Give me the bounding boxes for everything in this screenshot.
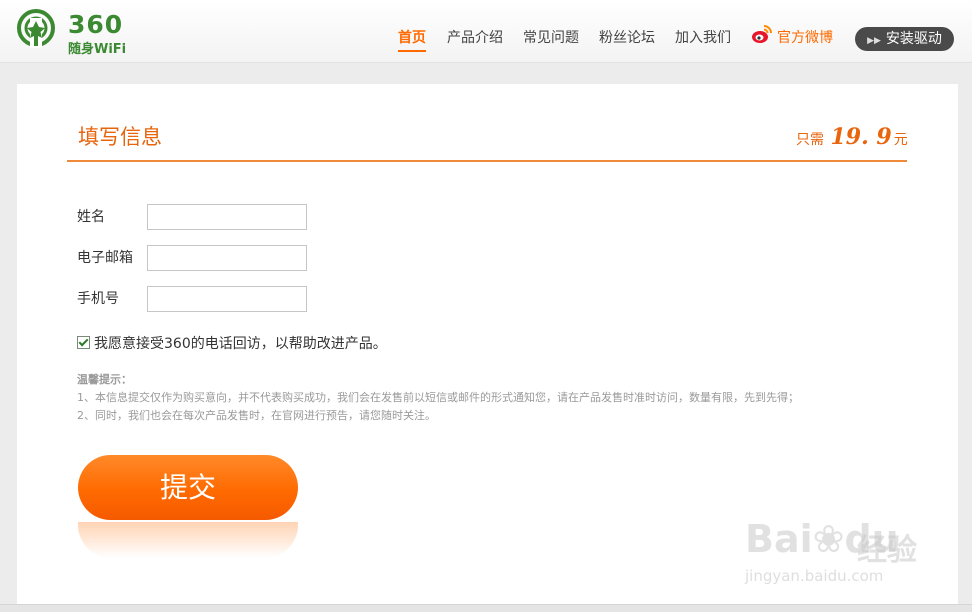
submit-button[interactable]: 提交 <box>78 455 298 520</box>
paw-icon: ❀ <box>812 517 845 561</box>
weibo-icon <box>752 25 772 43</box>
phone-field[interactable] <box>147 286 307 312</box>
submit-reflection <box>78 522 298 558</box>
price-suffix: 元 <box>893 132 908 148</box>
name-label: 姓名 <box>77 209 105 225</box>
email-field[interactable] <box>147 245 307 271</box>
price-value: 19. 9 <box>830 124 892 150</box>
top-header: 360 随身WiFi 首页 产品介绍 常见问题 粉丝论坛 加入我们 官方微博 ▶… <box>0 0 972 63</box>
nav-join[interactable]: 加入我们 <box>675 27 731 47</box>
price-tag: 只需 19. 9元 <box>796 124 908 150</box>
nav-weibo[interactable]: 官方微博 <box>752 25 833 47</box>
nav-faq[interactable]: 常见问题 <box>523 27 579 47</box>
install-driver-label: 安装驱动 <box>885 31 942 47</box>
tip-line-2: 2、同时，我们也会在每次产品发售时，在官网进行预告，请您随时关注。 <box>77 409 436 422</box>
name-field[interactable] <box>147 204 307 230</box>
play-icon: ▶▶ <box>867 36 881 46</box>
consent-row: 我愿意接受360的电话回访，以帮助改进产品。 <box>77 333 387 353</box>
tips-title: 温馨提示： <box>77 373 132 386</box>
email-label: 电子邮箱 <box>77 250 133 266</box>
logo-subtitle: 随身WiFi <box>68 42 127 57</box>
watermark-url: jingyan.baidu.com <box>745 567 884 585</box>
nav-weibo-label: 官方微博 <box>777 30 833 46</box>
nav-forum[interactable]: 粉丝论坛 <box>599 27 655 47</box>
baidu-watermark: Bai❀du 经验 jingyan.baidu.com <box>745 505 945 590</box>
price-prefix: 只需 <box>796 132 824 148</box>
nav-home[interactable]: 首页 <box>398 27 426 52</box>
watermark-cn: 经验 <box>857 533 917 568</box>
phone-label: 手机号 <box>77 291 119 307</box>
form-title: 填写信息 <box>78 125 162 149</box>
consent-text: 我愿意接受360的电话回访，以帮助改进产品。 <box>94 336 387 352</box>
logo[interactable]: 360 随身WiFi <box>16 8 146 57</box>
nav-product[interactable]: 产品介绍 <box>447 27 503 47</box>
logo-number: 360 <box>68 10 124 39</box>
consent-checkbox[interactable] <box>77 336 90 349</box>
wifi-logo-icon <box>17 9 55 48</box>
title-divider <box>67 160 907 162</box>
install-driver-button[interactable]: ▶▶ 安装驱动 <box>855 27 954 51</box>
tip-line-1: 1、本信息提交仅作为购买意向，并不代表购买成功，我们会在发售前以短信或邮件的形式… <box>77 391 799 404</box>
